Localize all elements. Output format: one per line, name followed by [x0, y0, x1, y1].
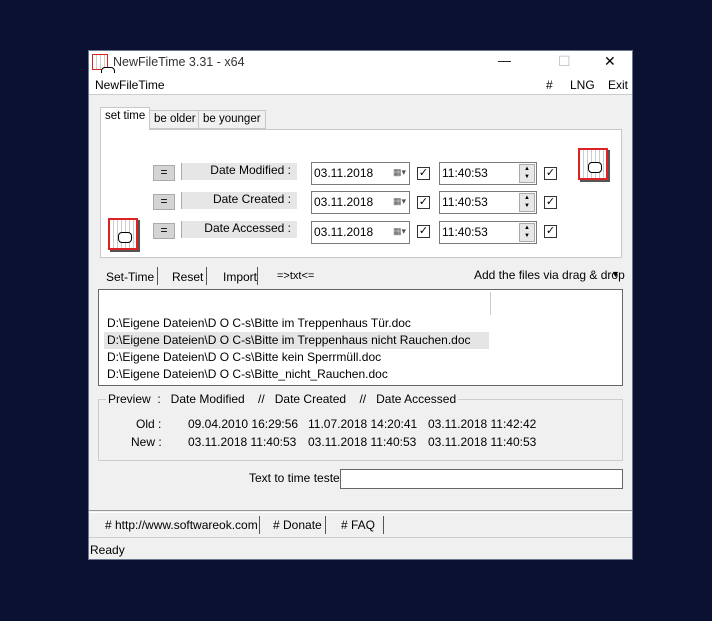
time-checkbox[interactable]: ✓ [544, 167, 557, 180]
maximize-button[interactable]: ☐ [558, 53, 571, 70]
row-label: Date Accessed : [181, 221, 297, 238]
link-faq[interactable]: # FAQ [341, 518, 375, 532]
new-created: 03.11.2018 11:40:53 [308, 435, 417, 449]
date-picker[interactable]: 03.11.2018 ▦▾ [311, 191, 410, 214]
time-value: 11:40:53 [442, 166, 488, 180]
import-button[interactable]: Import [223, 270, 257, 284]
txt-button[interactable]: =>txt<= [277, 270, 314, 282]
time-picker[interactable]: 11:40:53 ▲ ▼ [439, 162, 537, 185]
old-label: Old : [136, 417, 162, 431]
calendar-icon-left[interactable] [108, 218, 138, 250]
separator [257, 267, 258, 285]
calendar-dropdown-icon[interactable]: ▦▾ [393, 196, 406, 207]
menu-newfiletime[interactable]: NewFileTime [95, 78, 165, 92]
menu-bar: NewFileTime # LNG Exit [89, 73, 632, 95]
new-modified: 03.11.2018 11:40:53 [188, 435, 297, 449]
date-value: 03.11.2018 [314, 225, 374, 239]
calendar-dropdown-icon[interactable]: ▦▾ [393, 226, 406, 237]
dropdown-arrow-icon[interactable]: ▼ [611, 269, 620, 279]
file-list[interactable]: D:\Eigene Dateien\D O C-s\Bitte im Trepp… [98, 289, 623, 386]
equal-button[interactable]: = [153, 194, 175, 210]
divider [89, 510, 632, 513]
time-picker[interactable]: 11:40:53 ▲ ▼ [439, 221, 537, 244]
link-donate[interactable]: # Donate [273, 518, 322, 532]
status-bar: Ready [89, 537, 632, 559]
date-checkbox[interactable]: ✓ [417, 225, 430, 238]
close-button[interactable]: ✕ [604, 53, 616, 70]
separator [325, 516, 326, 534]
time-value: 11:40:53 [442, 195, 488, 209]
calendar-dropdown-icon[interactable]: ▦▾ [393, 167, 406, 178]
equal-button[interactable]: = [153, 165, 175, 181]
tab-be-younger[interactable]: be younger [198, 110, 266, 129]
set-time-button[interactable]: Set-Time [106, 270, 154, 284]
date-checkbox[interactable]: ✓ [417, 167, 430, 180]
file-list-item[interactable]: D:\Eigene Dateien\D O C-s\Bitte_nicht_Ra… [106, 366, 388, 383]
time-picker[interactable]: 11:40:53 ▲ ▼ [439, 191, 537, 214]
menu-hash[interactable]: # [546, 78, 553, 92]
date-picker[interactable]: 03.11.2018 ▦▾ [311, 162, 410, 185]
time-checkbox[interactable]: ✓ [544, 225, 557, 238]
title-bar: NewFileTime 3.31 - x64 — ☐ ✕ [89, 51, 632, 78]
menu-exit[interactable]: Exit [608, 78, 628, 92]
separator [259, 516, 260, 534]
file-list-item[interactable]: D:\Eigene Dateien\D O C-s\Bitte kein Spe… [106, 349, 381, 366]
date-value: 03.11.2018 [314, 195, 374, 209]
calendar-icon-right[interactable] [578, 148, 608, 180]
preview-legend: Preview : Date Modified // Date Created … [106, 392, 459, 406]
old-created: 11.07.2018 14:20:41 [308, 417, 418, 431]
separator [206, 267, 207, 285]
old-modified: 09.04.2010 16:29:56 [188, 417, 299, 431]
window-title: NewFileTime 3.31 - x64 [113, 55, 245, 69]
tab-set-time[interactable]: set time [100, 107, 151, 130]
drag-drop-hint[interactable]: Add the files via drag & drop [474, 268, 625, 282]
preview-group: Preview : Date Modified // Date Created … [98, 392, 623, 461]
tester-label: Text to time tester [249, 471, 344, 485]
column-divider[interactable] [490, 292, 491, 315]
file-list-item[interactable]: D:\Eigene Dateien\D O C-s\Bitte im Trepp… [106, 315, 411, 332]
tester-input[interactable] [340, 469, 623, 489]
link-website[interactable]: # http://www.softwareok.com [105, 518, 258, 532]
date-value: 03.11.2018 [314, 166, 374, 180]
time-spinner[interactable]: ▲ ▼ [519, 223, 535, 242]
time-spinner[interactable]: ▲ ▼ [519, 164, 535, 183]
date-checkbox[interactable]: ✓ [417, 196, 430, 209]
time-checkbox[interactable]: ✓ [544, 196, 557, 209]
row-label: Date Modified : [181, 163, 297, 180]
time-value: 11:40:53 [442, 225, 488, 239]
tab-be-older[interactable]: be older [149, 110, 201, 129]
file-list-item[interactable]: D:\Eigene Dateien\D O C-s\Bitte im Trepp… [104, 332, 489, 349]
new-accessed: 03.11.2018 11:40:53 [428, 435, 537, 449]
date-picker[interactable]: 03.11.2018 ▦▾ [311, 221, 410, 244]
time-spinner[interactable]: ▲ ▼ [519, 193, 535, 212]
separator [157, 267, 158, 285]
row-label: Date Created : [181, 192, 297, 209]
old-accessed: 03.11.2018 11:42:42 [428, 417, 537, 431]
new-label: New : [131, 435, 162, 449]
equal-button[interactable]: = [153, 223, 175, 239]
reset-button[interactable]: Reset [172, 270, 203, 284]
menu-lng[interactable]: LNG [570, 78, 595, 92]
status-text: Ready [90, 543, 125, 557]
minimize-button[interactable]: — [498, 53, 511, 68]
app-window: NewFileTime 3.31 - x64 — ☐ ✕ NewFileTime… [88, 50, 633, 560]
separator [383, 516, 384, 534]
app-icon [92, 54, 115, 78]
